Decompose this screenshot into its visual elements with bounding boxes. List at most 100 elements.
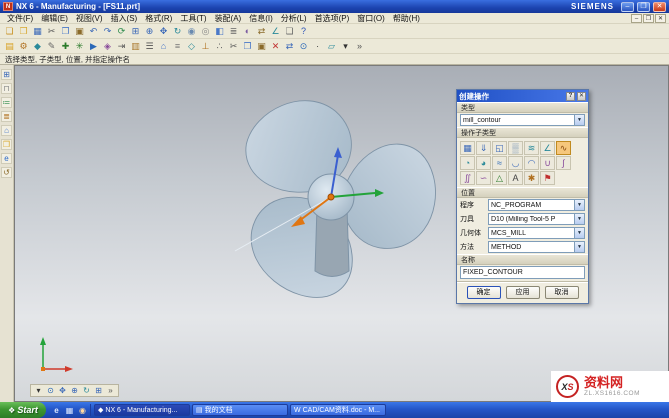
start-button[interactable]: ❖ Start xyxy=(0,402,46,418)
move-object-icon[interactable]: ⇄ xyxy=(255,25,268,38)
mill-user-icon[interactable]: ✱ xyxy=(524,171,539,185)
rest-milling-icon[interactable]: ▒ xyxy=(508,141,523,155)
type-combo[interactable]: mill_contour ▼ xyxy=(460,114,585,126)
plunge-milling-icon[interactable]: ⇓ xyxy=(476,141,491,155)
show-hide-icon[interactable]: ◐ xyxy=(241,25,254,38)
orient-view-icon[interactable]: ◧ xyxy=(213,25,226,38)
cancel-button[interactable]: 取消 xyxy=(545,286,579,299)
show-desktop-icon[interactable]: ▦ xyxy=(64,405,75,416)
rotate-icon[interactable]: ↻ xyxy=(171,25,184,38)
taskbar-task-documents[interactable]: ▤ 我的文档 xyxy=(192,404,288,416)
propeller-blade-right[interactable] xyxy=(340,142,437,250)
reuse-library-tab[interactable]: ❒ xyxy=(1,139,12,150)
menu-help[interactable]: 帮助(H) xyxy=(389,13,424,24)
contour-area-non-steep-icon[interactable]: ◡ xyxy=(508,156,523,170)
open-file-icon[interactable]: ❒ xyxy=(17,25,30,38)
profile-3d-icon[interactable]: △ xyxy=(492,171,507,185)
dropdown-arrow-icon[interactable]: ▼ xyxy=(574,242,584,252)
method-view-icon[interactable]: ∴ xyxy=(213,40,226,53)
propeller-model[interactable] xyxy=(151,89,461,319)
list-output-icon[interactable]: ☰ xyxy=(143,40,156,53)
snap-point-icon[interactable]: ⊙ xyxy=(297,40,310,53)
help-icon[interactable]: ? xyxy=(297,25,310,38)
menu-view[interactable]: 视图(V) xyxy=(72,13,107,24)
fixed-contour-icon[interactable]: ∿ xyxy=(556,141,571,155)
contour-area-icon[interactable]: ◔ xyxy=(460,156,475,170)
restore-button[interactable]: ❐ xyxy=(637,2,650,12)
dialog-help-button[interactable]: ? xyxy=(566,92,575,101)
apply-button[interactable]: 应用 xyxy=(506,286,540,299)
paste-icon[interactable]: ▣ xyxy=(73,25,86,38)
tool-combo[interactable]: D10 (Milling Tool-5 P ▼ xyxy=(488,213,585,225)
pan-icon[interactable]: ✥ xyxy=(157,25,170,38)
menu-preferences[interactable]: 首选项(P) xyxy=(311,13,354,24)
contour-surface-area-icon[interactable]: ◕ xyxy=(476,156,491,170)
fit-view-icon[interactable]: ⊞ xyxy=(129,25,142,38)
post-process-icon[interactable]: ⇥ xyxy=(115,40,128,53)
layer-settings-icon[interactable]: ≣ xyxy=(227,25,240,38)
window-cascade-icon[interactable]: ❏ xyxy=(283,25,296,38)
generate-toolpath-icon[interactable]: ✳ xyxy=(73,40,86,53)
close-button[interactable]: ✕ xyxy=(653,2,666,12)
object-paste-icon[interactable]: ▣ xyxy=(255,40,268,53)
dropdown-arrow-icon[interactable]: ▼ xyxy=(574,214,584,224)
redo-icon[interactable]: ↷ xyxy=(101,25,114,38)
subtype-section-header[interactable]: 操作子类型 xyxy=(457,127,588,138)
object-transform-icon[interactable]: ⇄ xyxy=(283,40,296,53)
menu-edit[interactable]: 编辑(E) xyxy=(37,13,72,24)
menu-insert[interactable]: 插入(S) xyxy=(107,13,142,24)
more-tools-icon[interactable]: » xyxy=(353,40,366,53)
shop-document-icon[interactable]: ▥ xyxy=(129,40,142,53)
contour-area-dir-steep-icon[interactable]: ◠ xyxy=(524,156,539,170)
save-icon[interactable]: ▦ xyxy=(31,25,44,38)
create-tool-icon[interactable]: ⚙ xyxy=(17,40,30,53)
internet-explorer-icon[interactable]: e xyxy=(51,405,62,416)
assembly-navigator-tab[interactable]: ⊞ xyxy=(1,69,12,80)
machine-tool-navigator-tab[interactable]: ⌂ xyxy=(1,125,12,136)
dropdown-arrow-icon[interactable]: ▼ xyxy=(574,228,584,238)
menu-tools[interactable]: 工具(T) xyxy=(176,13,210,24)
operation-navigator-tab[interactable]: ≣ xyxy=(1,111,12,122)
new-file-icon[interactable]: ❏ xyxy=(3,25,16,38)
view-menu-icon[interactable]: » xyxy=(105,385,116,396)
replay-toolpath-icon[interactable]: ▶ xyxy=(87,40,100,53)
flowcut-single-icon[interactable]: ∪ xyxy=(540,156,555,170)
minimize-button[interactable]: – xyxy=(621,2,634,12)
name-section-header[interactable]: 名称 xyxy=(457,254,588,265)
program-combo[interactable]: NC_PROGRAM ▼ xyxy=(488,199,585,211)
tool-view-icon[interactable]: ⊥ xyxy=(199,40,212,53)
mill-control-icon[interactable]: ⚑ xyxy=(540,171,555,185)
taskbar-task-word[interactable]: W CAD/CAM资料.doc - M... xyxy=(290,404,386,416)
flowcut-multiple-icon[interactable]: ∫ xyxy=(556,156,571,170)
zoom-view-icon[interactable]: ⊕ xyxy=(69,385,80,396)
undo-icon[interactable]: ↶ xyxy=(87,25,100,38)
menu-window[interactable]: 窗口(O) xyxy=(353,13,389,24)
create-program-icon[interactable]: ▤ xyxy=(3,40,16,53)
wireframe-view-icon[interactable]: ◎ xyxy=(199,25,212,38)
selection-filter-icon[interactable]: ▾ xyxy=(33,385,44,396)
flowcut-smooth-icon[interactable]: ∽ xyxy=(476,171,491,185)
type-section-header[interactable]: 类型 xyxy=(457,102,588,113)
shaded-view-icon[interactable]: ◉ xyxy=(185,25,198,38)
contour-text-icon[interactable]: A xyxy=(508,171,523,185)
dropdown-arrow-icon[interactable]: ▼ xyxy=(574,200,584,210)
internet-explorer-tab[interactable]: e xyxy=(1,153,12,164)
taskbar-task-nx[interactable]: ◆ NX 6 - Manufacturing... xyxy=(94,404,190,416)
part-navigator-tab[interactable]: ≔ xyxy=(1,97,12,108)
corner-rough-icon[interactable]: ◱ xyxy=(492,141,507,155)
datum-plane-icon[interactable]: ▱ xyxy=(325,40,338,53)
graphics-viewport[interactable]: ▾ ⊙ ✥ ⊕ ↻ ⊞ » 创建操作 ? xyxy=(14,65,669,402)
measure-icon[interactable]: ∠ xyxy=(269,25,282,38)
child-close-button[interactable]: ✕ xyxy=(655,14,666,23)
pan-view-icon[interactable]: ✥ xyxy=(57,385,68,396)
zlevel-corner-icon[interactable]: ∠ xyxy=(540,141,555,155)
method-combo[interactable]: METHOD ▼ xyxy=(488,241,585,253)
menu-assemblies[interactable]: 装配(A) xyxy=(211,13,246,24)
triad-origin-handle[interactable] xyxy=(328,194,334,200)
create-operation-icon[interactable]: ✚ xyxy=(59,40,72,53)
zoom-icon[interactable]: ⊕ xyxy=(143,25,156,38)
machine-tool-view-icon[interactable]: ⌂ xyxy=(157,40,170,53)
flowcut-ref-tool-icon[interactable]: ∬ xyxy=(460,171,475,185)
location-section-header[interactable]: 位置 xyxy=(457,187,588,198)
operation-name-input[interactable]: FIXED_CONTOUR xyxy=(460,266,585,279)
